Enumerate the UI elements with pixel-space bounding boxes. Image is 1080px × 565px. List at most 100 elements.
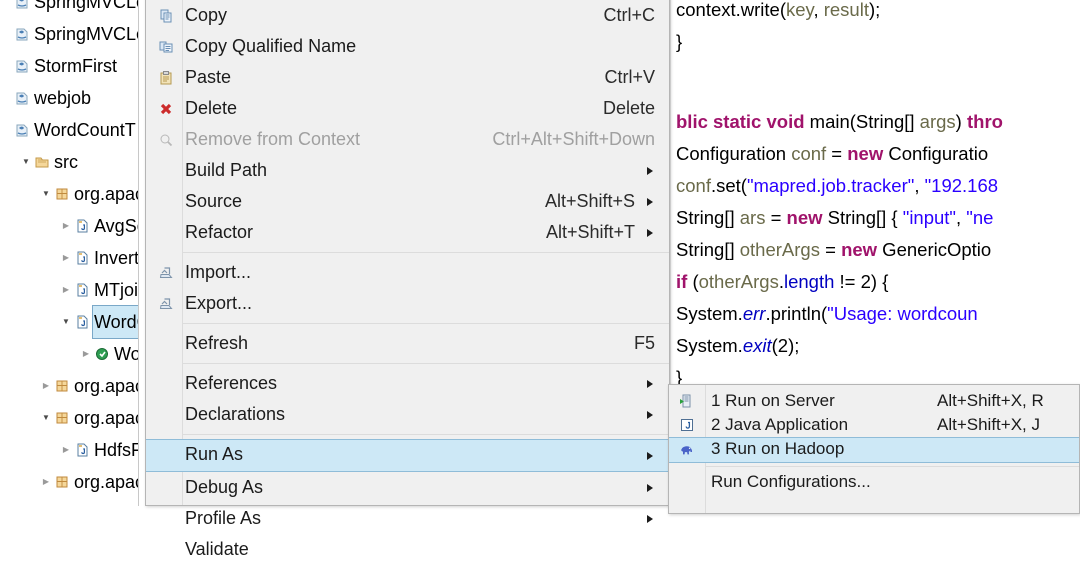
java-project-icon <box>13 114 31 146</box>
menu-item-label: Refresh <box>185 333 249 353</box>
tree-item-mtjoin-[interactable]: ▶ MTjoin. <box>0 274 138 306</box>
menu-item-copy-qualified-name[interactable]: Copy Qualified Name <box>146 31 669 62</box>
chevron-right-icon[interactable]: ▶ <box>60 434 72 466</box>
tree-item-label: Inverted <box>94 248 138 268</box>
tree-item-org-apach[interactable]: ▼ org.apach <box>0 402 138 434</box>
menu-item-source[interactable]: Source Alt+Shift+S <box>146 186 669 217</box>
run-as-submenu[interactable]: 1 Run on Server Alt+Shift+X, R 2 Java Appl… <box>668 384 1080 514</box>
menu-item-validate[interactable]: Validate <box>146 534 669 565</box>
chevron-right-icon[interactable]: ▶ <box>80 338 92 370</box>
eclipse-ide-window: SpringMVCLes SpringMVCLes StormFirst webjob… <box>0 0 1080 559</box>
import-icon <box>156 257 176 288</box>
submenu-item-run-configurations[interactable]: Run Configurations... <box>669 470 1079 494</box>
chevron-down-icon[interactable]: ▼ <box>60 306 72 338</box>
menu-separator <box>182 434 669 435</box>
tree-item-label: WordCountT <box>34 120 136 140</box>
submenu-arrow-icon <box>645 399 655 430</box>
tree-item-label: org.apach <box>74 408 138 428</box>
menu-item-copy[interactable]: Copy Ctrl+C <box>146 0 669 31</box>
menu-item-delete[interactable]: Delete Delete <box>146 93 669 124</box>
submenu-separator <box>705 466 1079 467</box>
tree-item-wordcountt[interactable]: WordCountT <box>0 114 138 146</box>
menu-separator <box>182 323 669 324</box>
menu-item-shortcut: Ctrl+Alt+Shift+Down <box>492 129 655 149</box>
tree-item-label: org.apach <box>74 472 138 492</box>
menu-item-export[interactable]: Export... <box>146 288 669 319</box>
java-file-icon <box>73 434 91 466</box>
menu-item-shortcut: Alt+Shift+T <box>545 222 635 242</box>
menu-item-paste[interactable]: Paste Ctrl+V <box>146 62 669 93</box>
tree-item-label: org.apach <box>74 376 138 396</box>
menu-item-label: Delete <box>185 98 238 118</box>
export-icon <box>156 288 176 319</box>
chevron-right-icon[interactable]: ▶ <box>40 466 52 498</box>
submenu-item-label: 2 Java Application <box>711 415 849 434</box>
submenu-arrow-icon <box>645 155 655 186</box>
menu-item-run-as[interactable]: Run As <box>146 439 669 472</box>
run-server-icon <box>677 389 697 413</box>
java-file-icon <box>73 242 91 274</box>
tree-item-hdfsfile[interactable]: ▶ HdfsFile <box>0 434 138 466</box>
chevron-down-icon[interactable]: ▼ <box>40 402 52 434</box>
tree-item-avgsco[interactable]: ▶ AvgSco <box>0 210 138 242</box>
chevron-right-icon[interactable]: ▶ <box>60 274 72 306</box>
menu-item-refactor[interactable]: Refactor Alt+Shift+T <box>146 217 669 248</box>
chevron-right-icon[interactable]: ▶ <box>40 370 52 402</box>
tree-item-stormfirst[interactable]: StormFirst <box>0 50 138 82</box>
submenu-item-label: Run Configurations... <box>711 472 871 491</box>
menu-item-label: Debug As <box>185 477 264 497</box>
menu-item-refresh[interactable]: Refresh F5 <box>146 328 669 359</box>
menu-item-label: Build Path <box>185 160 268 180</box>
tree-item-webjob[interactable]: webjob <box>0 82 138 114</box>
menu-item-import[interactable]: Import... <box>146 257 669 288</box>
code-line: } <box>676 31 683 52</box>
code-line: Configuration conf = new Configuratio <box>676 143 989 164</box>
tree-item-springmvcles[interactable]: SpringMVCLes <box>0 0 138 18</box>
context-menu[interactable]: Copy Ctrl+C Copy Qualified Name Paste Ctrl+V… <box>145 0 670 559</box>
submenu-item-3-run-on-hadoop[interactable]: 3 Run on Hadoop <box>669 437 1079 463</box>
tree-item-org-apach[interactable]: ▼ org.apach <box>0 178 138 210</box>
tree-item-org-apach[interactable]: ▶ org.apach <box>0 370 138 402</box>
chevron-right-icon[interactable]: ▶ <box>20 498 32 506</box>
tree-item-springmvcles[interactable]: SpringMVCLes <box>0 18 138 50</box>
code-line: blic static void main(String[] args) thr… <box>676 111 1003 132</box>
package-icon <box>53 178 71 210</box>
menu-item-profile-as[interactable]: Profile As <box>146 503 669 534</box>
copy-qualified-icon <box>156 31 176 62</box>
chevron-right-icon[interactable]: ▶ <box>60 242 72 274</box>
menu-item-build-path[interactable]: Build Path <box>146 155 669 186</box>
tree-item-wordco[interactable]: ▼ WordCo <box>0 305 138 339</box>
menu-item-shortcut: Ctrl+V <box>604 67 655 87</box>
java-file-icon <box>73 306 91 338</box>
code-line: } <box>676 367 683 384</box>
tree-item-src[interactable]: ▼ src <box>0 146 138 178</box>
chevron-down-icon[interactable]: ▼ <box>20 146 32 178</box>
submenu-arrow-icon <box>645 503 655 534</box>
menu-item-debug-as[interactable]: Debug As <box>146 472 669 503</box>
chevron-right-icon[interactable]: ▶ <box>60 210 72 242</box>
java-app-icon <box>677 413 697 437</box>
java-code-editor[interactable]: context.write(key, result);} blic static … <box>668 0 1080 384</box>
submenu-item-label: 1 Run on Server <box>711 391 835 410</box>
tree-item-label: WordCo <box>92 305 138 339</box>
copy-icon <box>156 0 176 31</box>
menu-item-references[interactable]: References <box>146 368 669 399</box>
submenu-item-1-run-on-server[interactable]: 1 Run on Server Alt+Shift+X, R <box>669 389 1079 413</box>
package-icon <box>53 402 71 434</box>
menu-item-label: Source <box>185 191 243 211</box>
chevron-down-icon[interactable]: ▼ <box>40 178 52 210</box>
tree-item-referenced[interactable]: ▶ Referenced <box>0 498 138 506</box>
menu-item-declarations[interactable]: Declarations <box>146 399 669 430</box>
menu-separator <box>182 363 669 364</box>
library-icon <box>33 498 51 506</box>
tree-item-label: src <box>54 152 78 172</box>
tree-item-inverted[interactable]: ▶ Inverted <box>0 242 138 274</box>
tree-item-word[interactable]: ▶ Word <box>0 338 138 370</box>
package-explorer-tree[interactable]: SpringMVCLes SpringMVCLes StormFirst webjob… <box>0 0 138 506</box>
submenu-item-2-java-application[interactable]: 2 Java Application Alt+Shift+X, J <box>669 413 1079 437</box>
menu-item-remove-from-context[interactable]: Remove from Context Ctrl+Alt+Shift+Down <box>146 124 669 155</box>
code-line: System.exit(2); <box>676 335 800 356</box>
tree-item-org-apach[interactable]: ▶ org.apach <box>0 466 138 498</box>
tree-item-label: StormFirst <box>34 56 117 76</box>
submenu-arrow-icon <box>645 440 655 471</box>
